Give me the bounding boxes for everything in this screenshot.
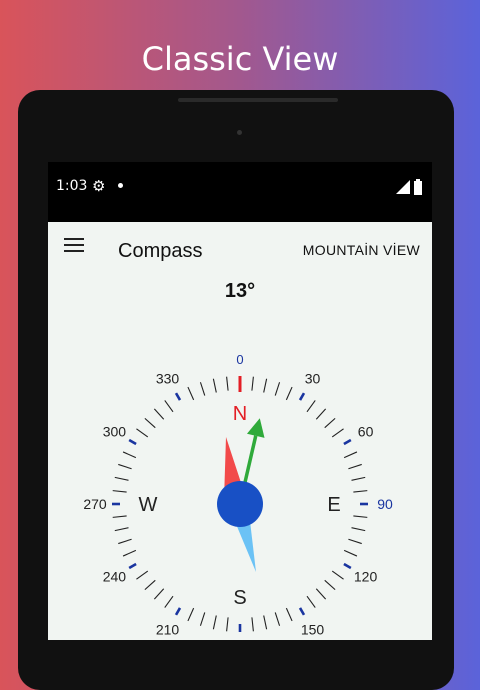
compass-tick (331, 428, 344, 438)
compass-tick (212, 378, 217, 393)
degree-label-210: 210 (156, 622, 180, 638)
cardinal-north: N (233, 403, 247, 425)
cardinal-south: S (233, 587, 246, 609)
device-ridge (178, 98, 338, 102)
degree-label-90: 90 (377, 496, 393, 512)
compass-dial[interactable]: 0 30 60 90 120 150 210 240 270 300 330 N… (48, 162, 432, 640)
compass-tick (285, 386, 293, 401)
compass-tick (274, 612, 281, 626)
compass-tick (306, 400, 316, 413)
compass-tick (122, 451, 137, 459)
compass-tick (348, 538, 362, 545)
compass-tick (315, 408, 327, 420)
compass-tick (153, 588, 165, 600)
compass-tick (199, 382, 206, 396)
compass-tick (343, 451, 358, 459)
cardinal-east: E (327, 494, 340, 516)
compass-tick (187, 386, 195, 401)
compass-tick (153, 408, 165, 420)
compass-tick (251, 376, 254, 391)
compass-tick (136, 570, 149, 580)
compass-tick (351, 476, 366, 481)
compass-tick (174, 392, 182, 401)
compass-tick (331, 570, 344, 580)
compass-tick (112, 490, 127, 493)
cardinal-west: W (139, 494, 158, 516)
degree-label-270: 270 (83, 496, 107, 512)
compass-tick (174, 607, 182, 616)
compass-tick (136, 428, 149, 438)
compass-tick (353, 515, 368, 518)
compass-tick (351, 527, 366, 532)
degree-label-0: 0 (236, 352, 243, 367)
compass-tick (263, 378, 268, 393)
compass-tick (324, 417, 336, 429)
degree-label-330: 330 (156, 370, 180, 386)
compass-tick (298, 392, 306, 401)
compass-tick (285, 607, 293, 622)
compass-tick (348, 463, 362, 470)
compass-tick (212, 615, 217, 630)
compass-tick (263, 615, 268, 630)
compass-tick (343, 549, 358, 557)
degree-label-30: 30 (305, 370, 321, 386)
compass-tick (114, 476, 129, 481)
compass-tick (343, 562, 352, 570)
compass-tick (118, 538, 132, 545)
degree-label-120: 120 (354, 569, 378, 585)
compass-tick (226, 376, 229, 391)
compass-tick (164, 595, 174, 608)
headline: Classic View (141, 40, 339, 78)
compass-tick (306, 595, 316, 608)
compass-tick (187, 607, 195, 622)
compass-tick (343, 438, 352, 446)
compass-tick (144, 579, 156, 591)
compass-tick (298, 607, 306, 616)
compass-tick (122, 549, 137, 557)
compass-tick (274, 382, 281, 396)
compass-tick (199, 612, 206, 626)
degree-label-60: 60 (358, 424, 374, 440)
degree-label-300: 300 (103, 424, 127, 440)
compass-tick (226, 617, 229, 632)
compass-tick (128, 438, 137, 446)
compass-tick (114, 527, 129, 532)
compass-hub (217, 481, 263, 527)
compass-tick (118, 463, 132, 470)
screen: 1:03 ⚙ Compass MOUNTAİN VİEW 13° 0 30 60… (48, 162, 432, 640)
compass-tick (315, 588, 327, 600)
compass-tick (164, 400, 174, 413)
compass-tick (324, 579, 336, 591)
compass-tick (353, 490, 368, 493)
compass-tick (112, 515, 127, 518)
compass-tick (128, 562, 137, 570)
compass-tick (144, 417, 156, 429)
compass-tick (251, 617, 254, 632)
camera-dot (237, 130, 242, 135)
degree-label-150: 150 (301, 622, 325, 638)
degree-label-240: 240 (103, 569, 127, 585)
